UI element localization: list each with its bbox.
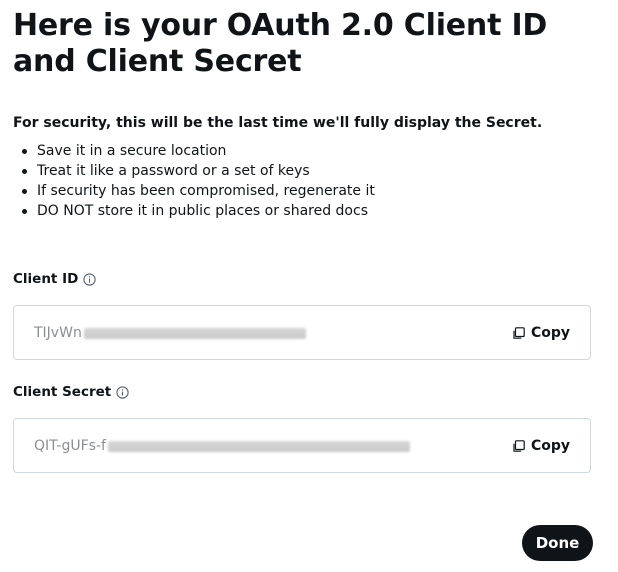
copy-client-id-button[interactable]: Copy [512, 323, 570, 343]
redacted-client-secret [107, 440, 410, 452]
copy-client-secret-button[interactable]: Copy [512, 436, 570, 456]
list-item: Treat it like a password or a set of key… [13, 161, 375, 181]
info-icon[interactable] [83, 272, 96, 286]
copy-label: Copy [530, 325, 570, 341]
copy-icon [512, 326, 525, 340]
copy-label: Copy [530, 438, 570, 454]
client-secret-field: QIT-gUFs-f Copy [13, 418, 591, 473]
info-icon[interactable] [116, 385, 129, 399]
client-id-label: Client ID [13, 271, 79, 287]
security-tips-list: Save it in a secure location Treat it li… [13, 141, 375, 221]
list-item: DO NOT store it in public places or shar… [13, 201, 375, 221]
redacted-client-id [83, 327, 306, 339]
dialog-title: Here is your OAuth 2.0 Client ID and Cli… [13, 8, 548, 79]
client-id-field: TIJvWn Copy [13, 305, 591, 360]
client-id-value: TIJvWn [34, 324, 306, 342]
list-item: Save it in a secure location [13, 141, 375, 161]
client-id-label-row: Client ID [13, 270, 96, 288]
client-secret-value: QIT-gUFs-f [34, 437, 410, 455]
done-button[interactable]: Done [522, 525, 593, 561]
client-secret-label: Client Secret [13, 384, 112, 400]
client-id-visible-text: TIJvWn [34, 325, 82, 341]
client-secret-label-row: Client Secret [13, 383, 129, 401]
list-item: If security has been compromised, regene… [13, 181, 375, 201]
security-notice: For security, this will be the last time… [13, 115, 543, 131]
client-secret-visible-text: QIT-gUFs-f [34, 438, 106, 454]
copy-icon [512, 439, 525, 453]
